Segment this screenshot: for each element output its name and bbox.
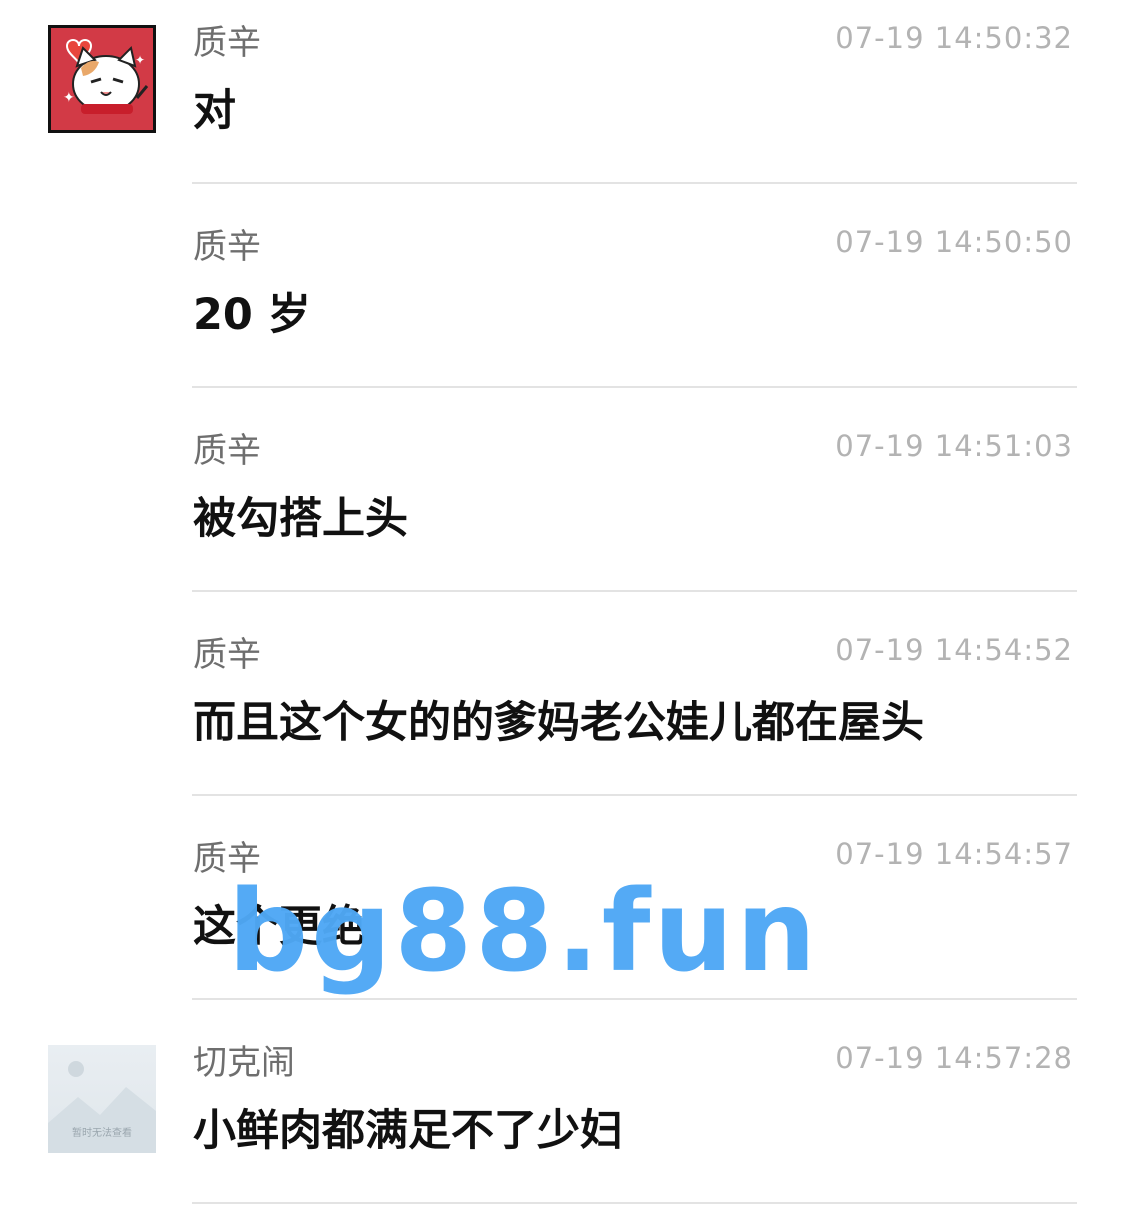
sender-name: 质辛 (193, 227, 261, 267)
divider (192, 1202, 1077, 1204)
message-item[interactable]: 质辛 07-19 14:54:52 而且这个女的的爹妈老公娃儿都在屋头 (0, 612, 1125, 816)
divider (192, 794, 1077, 796)
message-item[interactable]: ✦ ✦ 质辛 07-19 14:50:32 对 (0, 0, 1125, 204)
cat-sticker-icon: ✦ ✦ (51, 28, 153, 130)
message-text: 而且这个女的的爹妈老公娃儿都在屋头 (193, 698, 924, 748)
message-text: 被勾搭上头 (193, 494, 408, 544)
watermark: bg88.fun (228, 867, 819, 997)
divider (192, 590, 1077, 592)
message-item[interactable]: 质辛 07-19 14:51:03 被勾搭上头 (0, 408, 1125, 612)
svg-text:✦: ✦ (135, 53, 145, 67)
image-unavailable-label: 暂时无法查看 (72, 1128, 132, 1139)
message-item[interactable]: 质辛 07-19 14:50:50 20 岁 (0, 204, 1125, 408)
sender-name: 切克闹 (193, 1043, 295, 1083)
message-text: 对 (193, 86, 236, 136)
message-time: 07-19 14:50:32 (835, 21, 1073, 55)
message-time: 07-19 14:54:57 (835, 837, 1073, 871)
message-time: 07-19 14:57:28 (835, 1041, 1073, 1075)
message-time: 07-19 14:54:52 (835, 633, 1073, 667)
divider (192, 182, 1077, 184)
sender-name: 质辛 (193, 635, 261, 675)
message-text: 小鲜肉都满足不了少妇 (193, 1106, 623, 1156)
svg-text:✦: ✦ (63, 90, 75, 106)
avatar[interactable]: ✦ ✦ (48, 25, 156, 133)
sender-name: 质辛 (193, 23, 261, 63)
message-text: 20 岁 (193, 290, 311, 340)
divider (192, 998, 1077, 1000)
message-time: 07-19 14:50:50 (835, 225, 1073, 259)
divider (192, 386, 1077, 388)
message-item[interactable]: 暂时无法查看 切克闹 07-19 14:57:28 小鲜肉都满足不了少妇 (0, 1020, 1125, 1224)
message-time: 07-19 14:51:03 (835, 429, 1073, 463)
avatar[interactable]: 暂时无法查看 (48, 1045, 156, 1153)
sender-name: 质辛 (193, 431, 261, 471)
